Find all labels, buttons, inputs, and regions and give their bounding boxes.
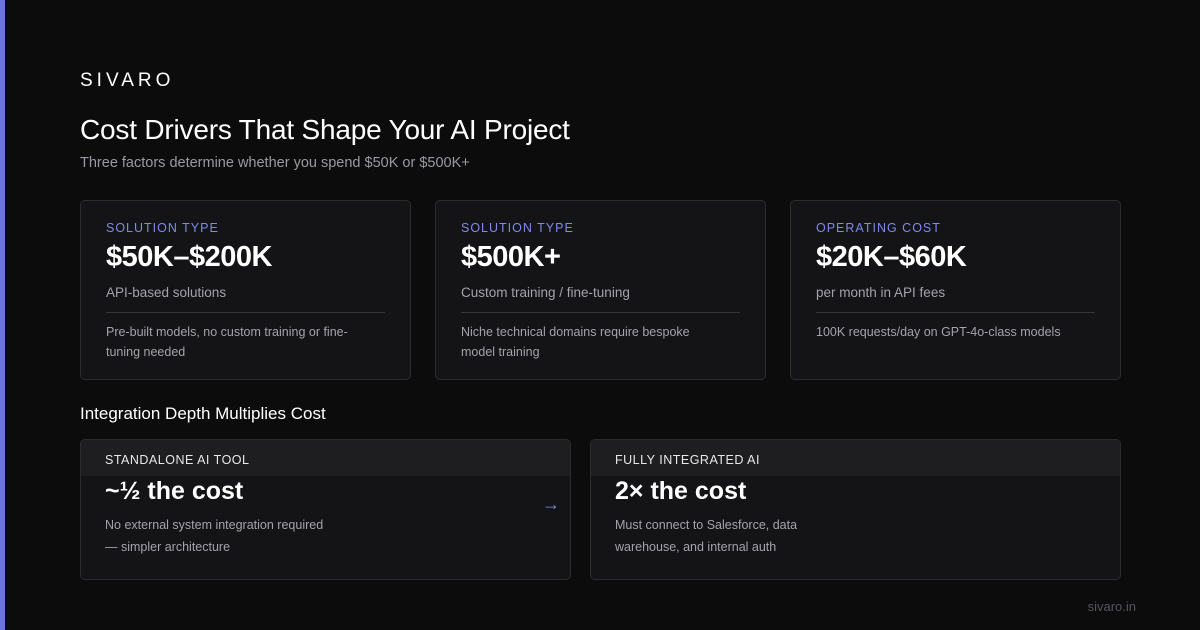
card-label: SOLUTION TYPE [461, 221, 574, 235]
integration-heading: Integration Depth Multiplies Cost [80, 404, 326, 423]
card-label: OPERATING COST [816, 221, 941, 235]
integration-card-header: FULLY INTEGRATED AI [591, 440, 1120, 476]
footer-url: sivaro.in [1087, 599, 1136, 614]
brand-logo: SIVARO [80, 70, 175, 91]
integration-card-full: FULLY INTEGRATED AI 2× the cost Must con… [590, 439, 1121, 580]
cost-card-custom: SOLUTION TYPE $500K+ Custom training / f… [435, 200, 766, 380]
card-label: SOLUTION TYPE [106, 221, 219, 235]
integration-card-description: No external system integration required … [105, 518, 324, 554]
card-caption: per month in API fees [816, 285, 946, 300]
page-subtitle: Three factors determine whether you spen… [80, 155, 470, 171]
card-note: Niche technical domains require bespoke … [461, 325, 690, 359]
card-value: $50K–$200K [106, 241, 272, 273]
page: SIVARO Cost Drivers That Shape Your AI P… [0, 0, 1200, 630]
accent-bar [0, 0, 5, 630]
integration-card-value: ~½ the cost [105, 477, 244, 505]
card-note: 100K requests/day on GPT-4o-class models [816, 325, 1061, 339]
card-value: $20K–$60K [816, 241, 967, 273]
arrow-right-icon: → [542, 494, 560, 514]
card-note: Pre-built models, no custom training or … [106, 325, 348, 359]
card-divider [106, 312, 385, 313]
integration-card-description: Must connect to Salesforce, data warehou… [615, 518, 798, 554]
cost-card-operating: OPERATING COST $20K–$60K per month in AP… [790, 200, 1121, 380]
card-caption: API-based solutions [106, 285, 227, 300]
page-title: Cost Drivers That Shape Your AI Project [80, 114, 570, 145]
integration-card-value: 2× the cost [615, 477, 747, 505]
integration-card-standalone: STANDALONE AI TOOL ~½ the cost No extern… [80, 439, 571, 580]
card-divider [816, 312, 1095, 313]
cost-card-api: SOLUTION TYPE $50K–$200K API-based solut… [80, 200, 411, 380]
card-divider [461, 312, 740, 313]
card-value: $500K+ [461, 241, 561, 273]
integration-card-header: STANDALONE AI TOOL [81, 440, 570, 476]
card-caption: Custom training / fine-tuning [461, 285, 630, 300]
